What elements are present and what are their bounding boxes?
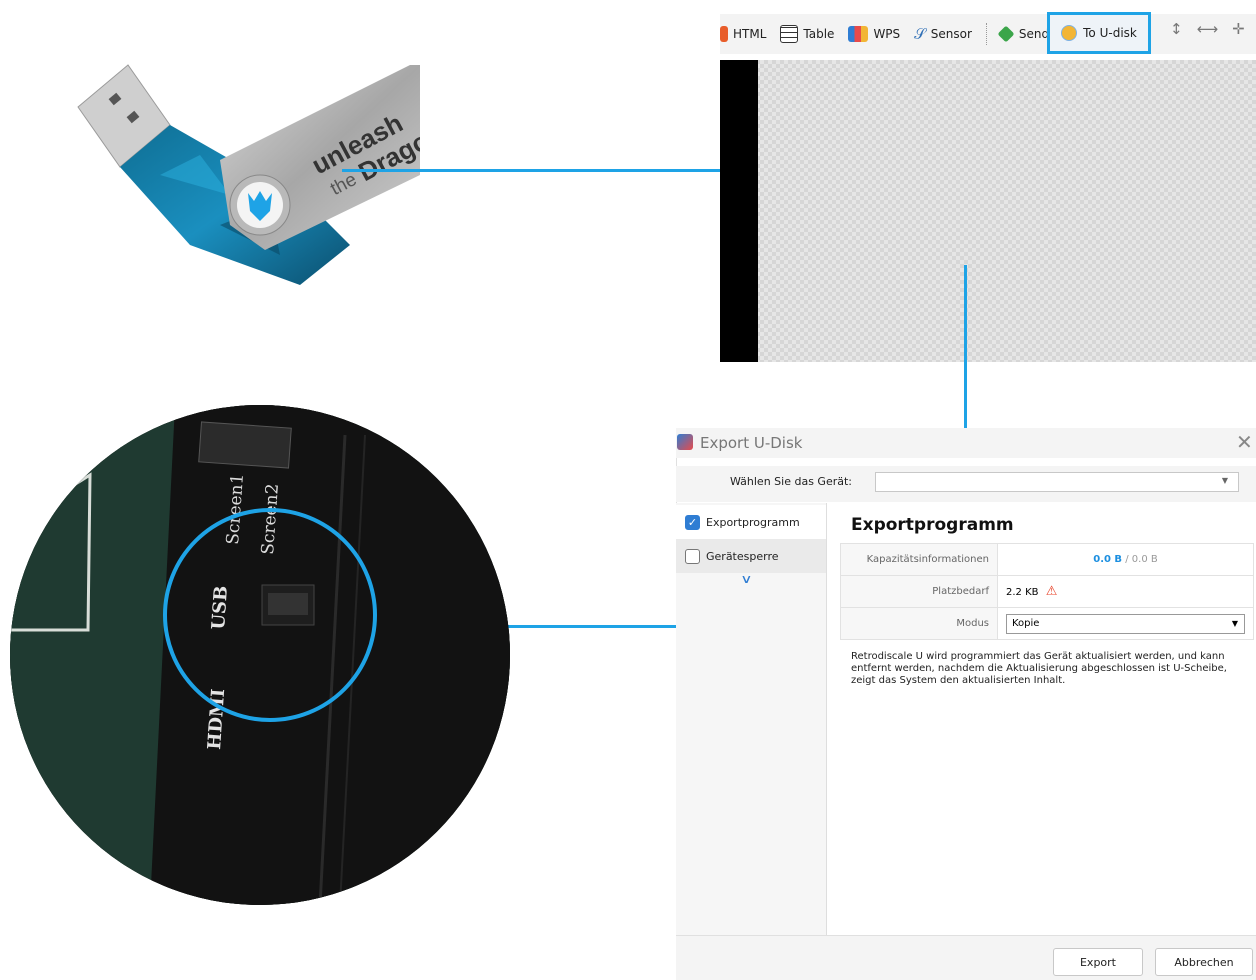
table-row-mode: Modus Kopie ▼ xyxy=(840,607,1254,640)
wps-icon xyxy=(848,26,869,42)
dropdown-arrow-icon: ▼ xyxy=(1221,476,1228,485)
mode-cell: Kopie ▼ xyxy=(997,607,1254,640)
cancel-button[interactable]: Abbrechen xyxy=(1155,948,1253,976)
export-button[interactable]: Export xyxy=(1053,948,1143,976)
capacity-total: 0.0 B xyxy=(1131,554,1158,565)
port-label-usb: USB xyxy=(208,585,232,630)
info-table: Kapazitätsinformationen 0.0 B / 0.0 B Pl… xyxy=(840,543,1254,640)
horizontal-stretch-icon[interactable]: ⟷ xyxy=(1197,20,1219,38)
vertical-stretch-icon[interactable]: ↕ xyxy=(1170,20,1183,38)
capacity-value: 0.0 B / 0.0 B xyxy=(997,543,1254,576)
udisk-icon xyxy=(1061,25,1078,41)
close-icon[interactable]: ✕ xyxy=(1236,430,1253,454)
connector-usb-to-canvas xyxy=(342,169,720,172)
move-icon[interactable]: ✛ xyxy=(1232,20,1245,38)
capacity-used: 0.0 B xyxy=(1093,554,1123,565)
checkbox-unchecked-icon[interactable] xyxy=(685,548,700,564)
mode-select-value: Kopie xyxy=(1012,617,1040,629)
toolbar-html[interactable]: HTML xyxy=(720,26,766,42)
toolbar-table[interactable]: Table xyxy=(780,25,834,43)
table-row-capacity: Kapazitätsinformationen 0.0 B / 0.0 B xyxy=(840,543,1254,576)
device-label: Wählen Sie das Gerät: xyxy=(729,475,852,488)
sensor-icon: 𝒮 xyxy=(914,25,926,43)
sidebar-item-exportprogramm[interactable]: ✓ Exportprogramm xyxy=(676,505,826,539)
mode-label: Modus xyxy=(840,607,998,640)
space-value: 2.2 KB xyxy=(1006,587,1039,598)
to-udisk-button[interactable]: To U-disk xyxy=(1047,12,1151,54)
canvas-black-area xyxy=(720,60,758,362)
toolbar-separator xyxy=(985,23,988,45)
checkbox-checked-icon[interactable]: ✓ xyxy=(685,514,700,530)
dropdown-arrow-icon: ▼ xyxy=(1231,618,1238,628)
table-row-space: Platzbedarf 2.2 KB ⚠ xyxy=(840,575,1254,608)
capacity-label: Kapazitätsinformationen xyxy=(840,543,998,576)
description-text: Retrodiscale U wird programmiert das Ger… xyxy=(851,651,1227,686)
device-select[interactable]: ▼ xyxy=(875,472,1239,492)
toolbar-sensor[interactable]: 𝒮 Sensor xyxy=(914,25,972,43)
html-icon xyxy=(720,26,728,42)
table-icon xyxy=(780,25,799,43)
zoomed-port-photo: Screen1 Screen2 USB HDMI xyxy=(10,405,510,905)
send-icon xyxy=(997,25,1015,43)
toolbar-send[interactable]: Send xyxy=(997,25,1049,43)
dialog-title: Export U-Disk xyxy=(700,434,803,452)
space-value-cell: 2.2 KB ⚠ xyxy=(997,575,1254,608)
space-label: Platzbedarf xyxy=(840,575,998,608)
section-title: Exportprogramm xyxy=(851,515,1014,535)
capacity-separator: / xyxy=(1122,554,1132,565)
app-logo-icon xyxy=(677,434,693,450)
sidebar-item-geraetesperre[interactable]: Gerätesperre xyxy=(676,539,826,573)
warning-icon: ⚠ xyxy=(1045,584,1058,599)
toolbar-trailing-icons: ↕ ⟷ ✛ xyxy=(1170,20,1245,38)
toolbar-wps[interactable]: WPS xyxy=(848,26,900,42)
mode-select[interactable]: Kopie ▼ xyxy=(1006,613,1245,634)
chevron-down-icon[interactable]: ∨ xyxy=(740,572,752,586)
program-canvas xyxy=(720,60,1256,362)
usb-stick-photo: unleash the Dragon xyxy=(77,64,420,285)
